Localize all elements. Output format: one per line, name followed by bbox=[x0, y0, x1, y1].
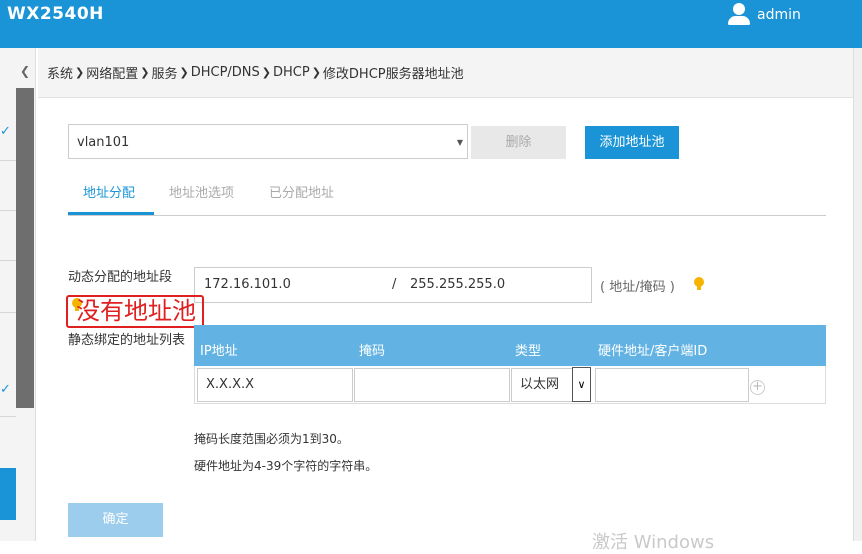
network-address: 172.16.101.0 bbox=[204, 277, 291, 292]
chevron-right-icon: ❯ bbox=[261, 66, 271, 79]
check-icon: ✓ bbox=[0, 124, 11, 139]
nav-divider bbox=[0, 416, 16, 417]
tab-address-allocation[interactable]: 地址分配 bbox=[83, 182, 135, 201]
nav-divider bbox=[0, 260, 16, 261]
windows-activation-watermark: 激活 Windows bbox=[592, 532, 715, 553]
static-list-label: 静态绑定的地址列表 bbox=[68, 333, 186, 348]
nav-divider bbox=[0, 210, 16, 211]
nav-item-active[interactable] bbox=[0, 468, 16, 520]
add-pool-button[interactable]: 添加地址池 bbox=[585, 126, 679, 159]
pool-select[interactable]: vlan101 ▼ bbox=[68, 124, 468, 159]
active-tab-indicator bbox=[68, 212, 154, 215]
annotation-no-pool: 没有地址池 bbox=[66, 295, 204, 328]
delete-button[interactable]: 删除 bbox=[471, 126, 566, 159]
breadcrumb-current: 修改DHCP服务器地址池 bbox=[322, 67, 464, 82]
dynamic-range-field[interactable]: 172.16.101.0 / 255.255.255.0 bbox=[194, 267, 592, 303]
lightbulb-icon[interactable] bbox=[694, 277, 704, 290]
breadcrumb-item[interactable]: 网络配置 bbox=[86, 63, 138, 82]
dynamic-range-label: 动态分配的地址段 bbox=[68, 270, 173, 285]
column-header: 类型 bbox=[515, 344, 542, 359]
chevron-right-icon: ❯ bbox=[179, 66, 189, 79]
chevron-right-icon: ❯ bbox=[75, 66, 85, 79]
nav-divider bbox=[0, 312, 16, 313]
ip-address-input[interactable]: X.X.X.X bbox=[197, 368, 353, 402]
separator: / bbox=[392, 277, 397, 292]
dropdown-arrow-icon: ▼ bbox=[456, 138, 463, 147]
breadcrumb-item[interactable]: 系统 bbox=[47, 63, 73, 82]
left-nav: ❮ ✓ ✓ bbox=[0, 48, 36, 541]
column-header: 硬件地址/客户端ID bbox=[598, 344, 708, 359]
username: admin bbox=[757, 7, 801, 23]
hardware-address-input[interactable] bbox=[595, 368, 749, 402]
tab-pool-options[interactable]: 地址池选项 bbox=[169, 182, 234, 201]
add-row-icon[interactable]: + bbox=[750, 380, 765, 395]
user-menu[interactable]: admin bbox=[727, 0, 801, 30]
chevron-down-icon[interactable]: ∨ bbox=[572, 367, 591, 402]
breadcrumb-item[interactable]: 服务 bbox=[151, 63, 177, 82]
device-model: WX2540H bbox=[7, 4, 104, 24]
static-table-header: IP地址 掩码 类型 硬件地址/客户端ID bbox=[194, 325, 826, 366]
nav-divider bbox=[0, 160, 16, 161]
user-icon bbox=[727, 3, 751, 27]
column-header: IP地址 bbox=[200, 344, 238, 359]
pool-select-value: vlan101 bbox=[77, 135, 130, 150]
page-scrollbar[interactable] bbox=[853, 48, 862, 541]
mask-length-note: 掩码长度范围必须为1到30。 bbox=[194, 432, 349, 446]
tab-allocated-addresses[interactable]: 已分配地址 bbox=[269, 182, 334, 201]
table-row: X.X.X.X 以太网 bbox=[194, 366, 826, 404]
breadcrumb-item[interactable]: DHCP bbox=[273, 65, 310, 80]
mask-input[interactable] bbox=[354, 368, 510, 402]
subnet-mask: 255.255.255.0 bbox=[410, 277, 506, 292]
hardware-address-note: 硬件地址为4-39个字符的字符串。 bbox=[194, 459, 378, 473]
check-icon: ✓ bbox=[0, 382, 11, 397]
collapse-nav-icon[interactable]: ❮ bbox=[17, 64, 33, 80]
breadcrumb-item[interactable]: DHCP/DNS bbox=[191, 65, 260, 80]
chevron-right-icon: ❯ bbox=[311, 66, 321, 79]
address-mask-hint: ( 地址/掩码 ) bbox=[600, 280, 675, 295]
chevron-right-icon: ❯ bbox=[140, 66, 150, 79]
nav-scrollbar[interactable] bbox=[16, 88, 34, 408]
tab-bar: 地址分配 地址池选项 已分配地址 bbox=[68, 172, 826, 216]
breadcrumb: 系统 ❯ 网络配置 ❯ 服务 ❯ DHCP/DNS ❯ DHCP ❯ 修改DHC… bbox=[38, 48, 858, 98]
ok-button[interactable]: 确定 bbox=[68, 503, 163, 537]
column-header: 掩码 bbox=[359, 344, 386, 359]
top-bar: WX2540H admin bbox=[0, 0, 862, 48]
